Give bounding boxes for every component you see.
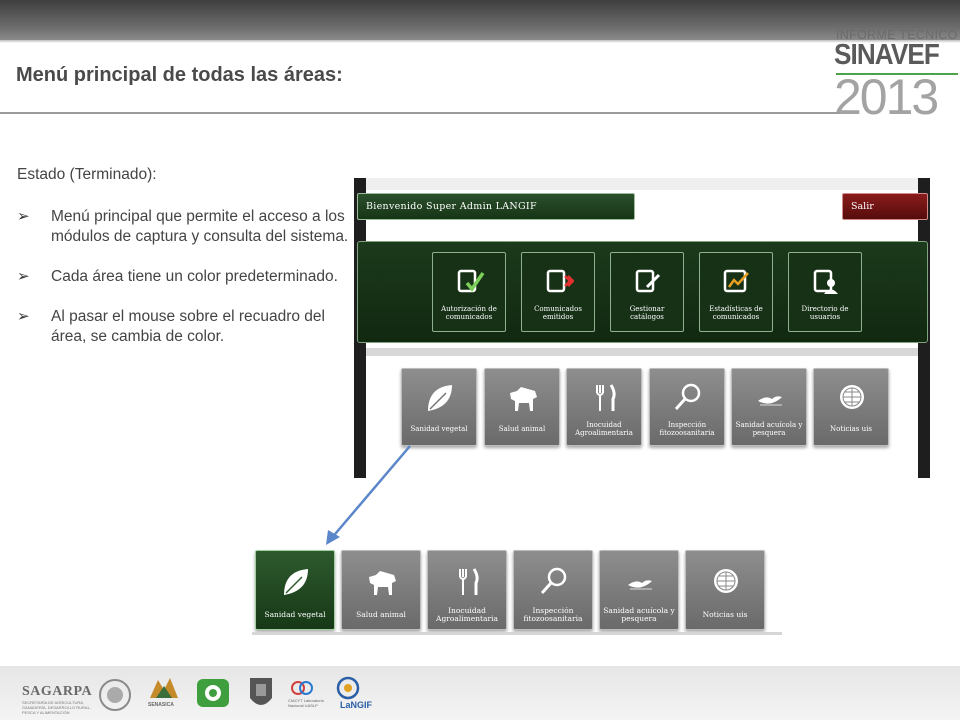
bird-icon [754,381,786,415]
tile-label: Comunicados emitidos [534,305,582,321]
area-tile-plant-health-hover[interactable]: Sanidad vegetal [255,550,335,630]
admin-tile-issued[interactable]: Comunicados emitidos [521,252,595,332]
app-screenshot: Bienvenido Super Admin LANGIF Salir Auto… [354,178,930,478]
chart-icon [722,267,752,297]
senasica-icon [150,678,178,698]
bullet-text: Al pasar el mouse sobre el recuadro del … [51,308,325,345]
fork-knife-icon [589,381,621,415]
tile-label: Noticias uis [830,425,872,433]
sagarpa-logo: SAGARPA [22,684,93,699]
area-tile-news-large[interactable]: Noticias uis [685,550,765,630]
university-shield-icon [250,678,272,705]
brand-logo: INFORME TECNICO SINAVEF 2013 [834,24,958,125]
langif-label: LaNGIF [340,700,373,710]
tile-label: Autorización de comunicados [441,305,497,321]
doc-send-icon [544,267,575,297]
area-tile-plant-health[interactable]: Sanidad vegetal [401,368,477,446]
tile-label: Sanidad acuícola y pesquera [603,606,675,623]
tile-label: Inocuidad Agroalimentaria [575,421,633,437]
area-tile-inspection[interactable]: Inspección fitozoosanitaria [649,368,725,446]
area-tile-aquaculture-large[interactable]: Sanidad acuícola y pesquera [599,550,679,630]
leaf-icon [424,381,456,415]
tile-label: Salud animal [356,610,406,619]
bullet-item: ➢ Al pasar el mouse sobre el recuadro del… [17,307,357,347]
bull-icon [366,565,398,599]
conacyt-label: CIACYT Laboratorio Nacional UASLP [288,698,324,708]
doc-edit-icon [633,267,663,297]
admin-tile-catalogs[interactable]: Gestionar catálogos [610,252,684,332]
admin-tile-directory[interactable]: Directorio de usuarios [788,252,862,332]
top-band-shine [0,40,960,43]
slide-title: Menú principal de todas las áreas: [16,64,343,86]
tile-label: Sanidad vegetal [264,610,326,619]
screenshot-band [366,178,918,190]
tile-label: Noticias uis [702,610,748,619]
area-tile-animal-health[interactable]: Salud animal [484,368,560,446]
bird-icon [624,565,656,599]
top-band [0,0,960,40]
fork-knife-icon [452,565,484,599]
green-badge-icon [197,679,229,707]
area-tile-inspection-large[interactable]: Inspección fitozoosanitaria [513,550,593,630]
users-doc-icon [811,267,841,297]
mexico-seal-icon [99,679,131,711]
brand-year: 2013 [834,69,939,125]
arrow-bullet-icon: ➢ [17,308,30,325]
magnifier-icon [672,381,704,415]
area-tile-animal-health-large[interactable]: Salud animal [341,550,421,630]
arrow-bullet-icon: ➢ [17,208,30,225]
tile-label: Gestionar catálogos [629,305,665,321]
screenshot-band [366,348,918,356]
admin-panel: Autorización de comunicados Comunicados … [357,241,928,343]
area-tile-news[interactable]: Noticias uis [813,368,889,446]
bullet-item: ➢ Cada área tiene un color predeterminado… [17,267,357,287]
bullet-text: Cada área tiene un color predeterminado. [51,268,338,285]
admin-tile-statistics[interactable]: Estadísticas de comunicados [699,252,773,332]
tile-label: Inspección fitozoosanitaria [659,421,715,437]
senasica-label: SENASICA [148,702,174,708]
title-rule [0,112,840,114]
area-tile-food-safety[interactable]: Inocuidad Agroalimentaria [566,368,642,446]
langif-globe-icon [336,676,360,700]
footer-band [0,666,960,720]
leaf-icon [280,565,312,599]
welcome-bar: Bienvenido Super Admin LANGIF [357,193,635,220]
brand-name: SINAVEF [834,39,940,71]
bull-icon [507,381,539,415]
bullet-item: ➢ Menú principal que permite el acceso a … [17,207,357,247]
admin-tile-authorization[interactable]: Autorización de comunicados [432,252,506,332]
tile-label: Inspección fitozoosanitaria [523,606,583,623]
tile-label: Salud animal [498,425,546,433]
area-tile-aquaculture[interactable]: Sanidad acuícola y pesquera [731,368,807,446]
tile-label: Estadísticas de comunicados [709,305,763,321]
magnifier-icon [538,565,570,599]
exit-button[interactable]: Salir [842,193,928,220]
tile-label: Sanidad vegetal [410,425,468,433]
area-tile-food-safety-large[interactable]: Inocuidad Agroalimentaria [427,550,507,630]
tile-label: Inocuidad Agroalimentaria [436,606,498,623]
doc-check-icon [455,267,485,297]
globe-icon [836,381,868,415]
hover-example-row: Sanidad vegetal Salud animal Inocuidad A… [252,547,782,634]
globe-icon [710,565,742,599]
conacyt-icon [291,681,313,695]
hover-row-shadow [252,632,782,635]
bullet-list: ➢ Menú principal que permite el acceso a … [17,207,357,367]
status-label: Estado (Terminado): [17,166,157,183]
arrow-bullet-icon: ➢ [17,268,30,285]
tile-label: Sanidad acuícola y pesquera [735,421,803,437]
sagarpa-subtitle: SECRETARÍA DE AGRICULTURA, GANADERÍA, DE… [22,700,91,715]
tile-label: Directorio de usuarios [801,305,849,321]
bullet-text: Menú principal que permite el acceso a l… [51,208,349,245]
